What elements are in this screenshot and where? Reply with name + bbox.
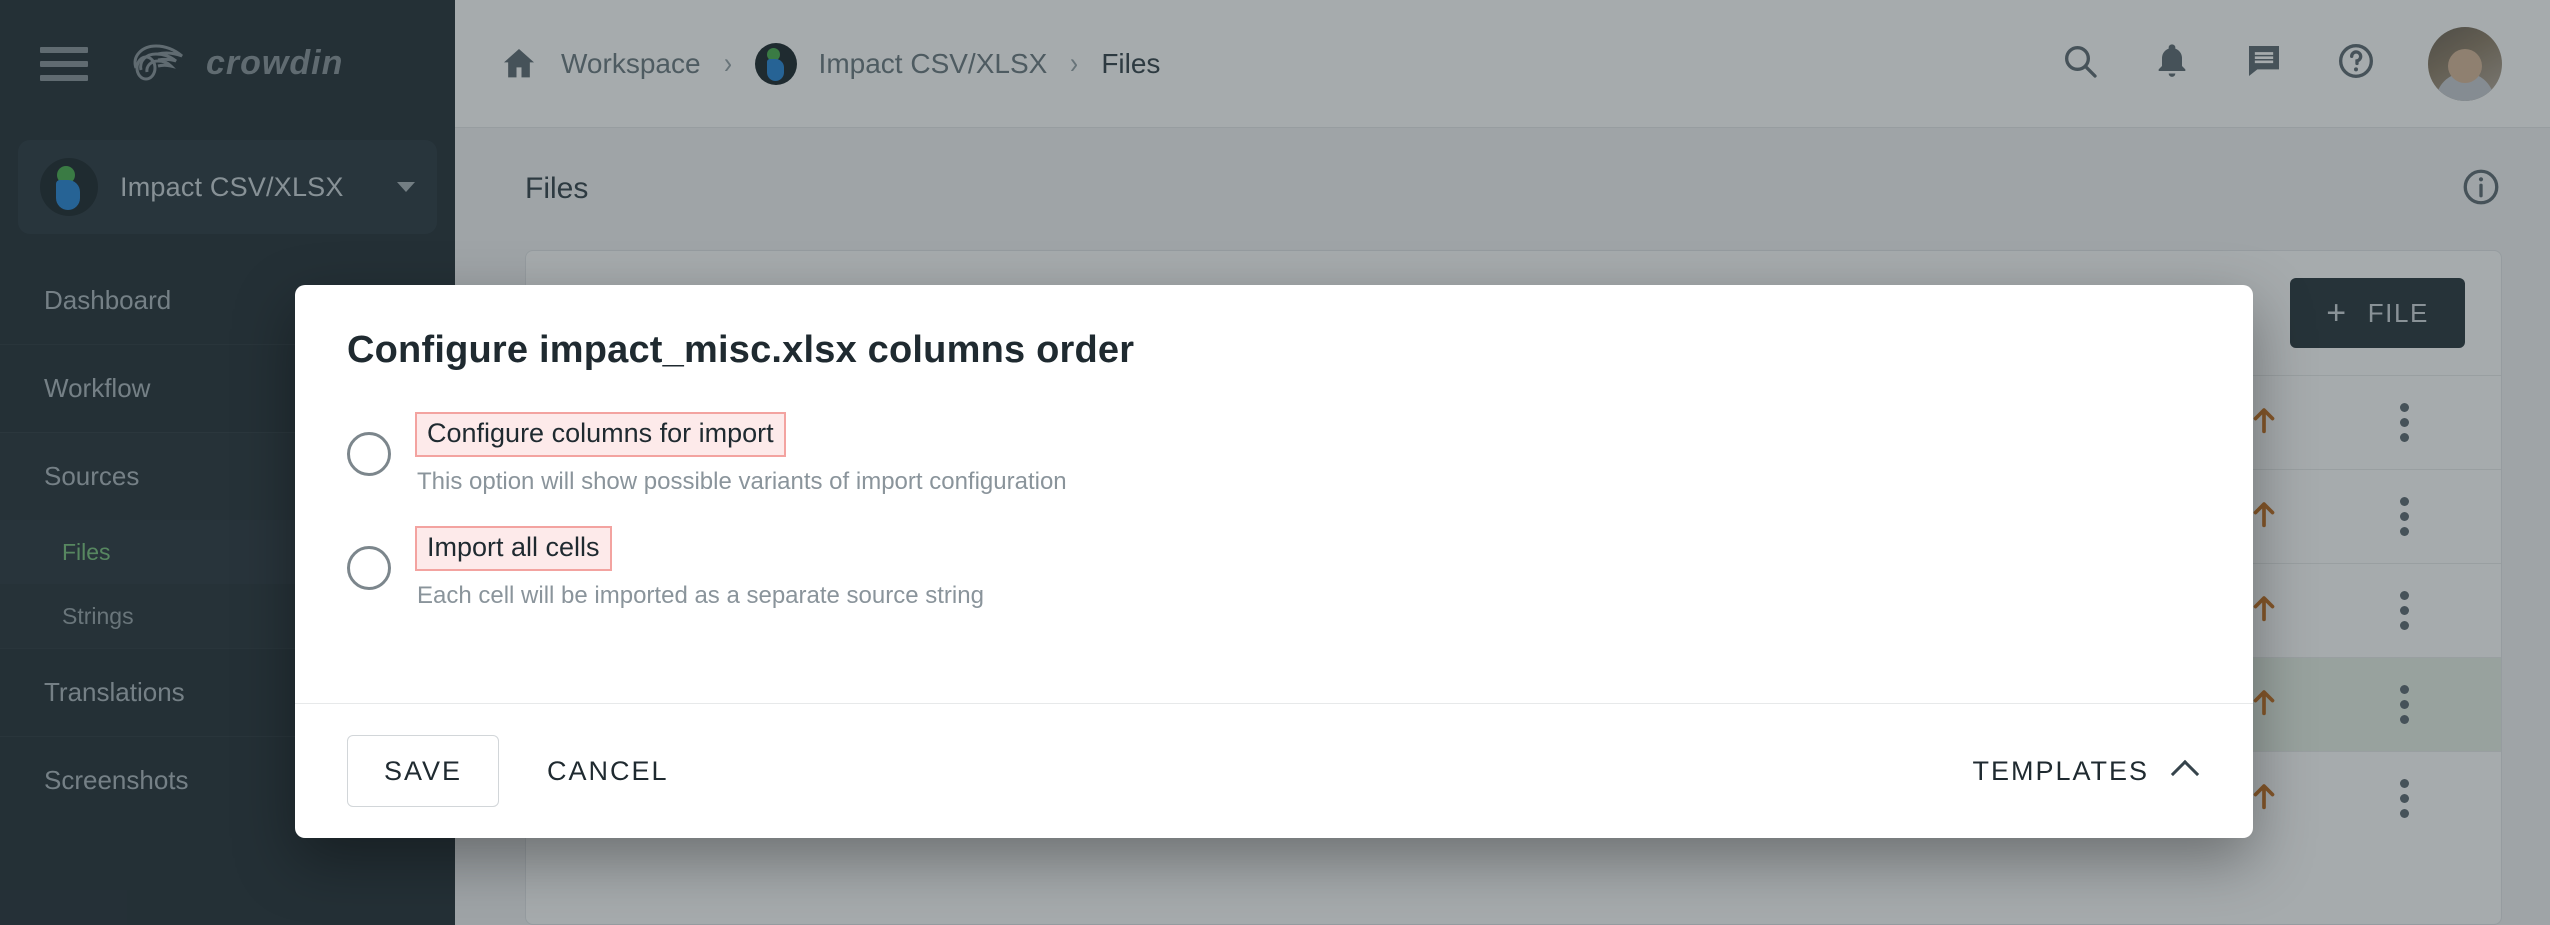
radio-option-configure-columns[interactable]: Configure columns for import This option… xyxy=(347,410,2201,496)
configure-columns-modal: Configure impact_misc.xlsx columns order… xyxy=(295,285,2253,838)
radio-texts: Configure columns for import This option… xyxy=(415,410,1067,496)
modal-title: Configure impact_misc.xlsx columns order xyxy=(347,329,1135,371)
radio-label[interactable]: Configure columns for import xyxy=(415,412,786,457)
cancel-button[interactable]: CANCEL xyxy=(525,735,691,807)
radio-button[interactable] xyxy=(347,432,391,476)
radio-description: This option will show possible variants … xyxy=(417,468,1067,495)
templates-button[interactable]: TEMPLATES xyxy=(1966,744,2201,799)
save-button[interactable]: SAVE xyxy=(347,735,500,807)
radio-option-import-all-cells[interactable]: Import all cells Each cell will be impor… xyxy=(347,524,2201,610)
chevron-up-icon xyxy=(2170,759,2200,789)
radio-button[interactable] xyxy=(347,546,391,590)
modal-footer: SAVE CANCEL TEMPLATES xyxy=(295,704,2253,838)
radio-texts: Import all cells Each cell will be impor… xyxy=(415,524,984,610)
radio-description: Each cell will be imported as a separate… xyxy=(417,582,984,609)
radio-label[interactable]: Import all cells xyxy=(415,526,612,571)
modal-body: Configure impact_misc.xlsx columns order… xyxy=(295,285,2253,687)
templates-label: TEMPLATES xyxy=(1972,755,2149,786)
